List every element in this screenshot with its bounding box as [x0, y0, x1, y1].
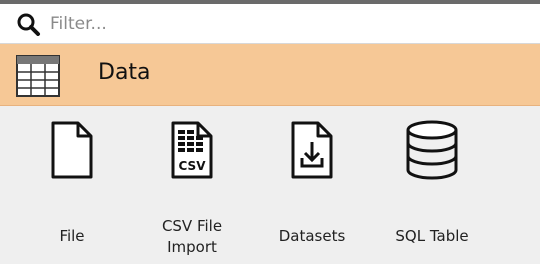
- widget-datasets[interactable]: Datasets: [252, 106, 372, 264]
- filter-bar: [0, 4, 540, 44]
- table-icon: [16, 55, 60, 97]
- svg-text:CSV: CSV: [179, 159, 207, 173]
- widget-label: SQL Table: [395, 227, 469, 245]
- widget-label: File: [59, 227, 85, 245]
- widget-csv-file-import[interactable]: CSV CSV File Import: [132, 106, 252, 264]
- widget-file[interactable]: File: [12, 106, 132, 264]
- csv-file-icon: CSV: [171, 121, 213, 179]
- category-header-data[interactable]: Data: [0, 44, 540, 106]
- widget-sql-table[interactable]: SQL Table: [372, 106, 492, 264]
- database-icon: [406, 120, 458, 180]
- category-title: Data: [98, 60, 151, 85]
- widget-panel: Data File CSV CSV Fi: [0, 0, 540, 264]
- widget-grid: File CSV CSV File Import Datasets SQL Ta…: [0, 106, 540, 264]
- widget-label: Datasets: [278, 227, 346, 245]
- download-document-icon: [291, 121, 333, 179]
- search-icon: [17, 13, 40, 36]
- file-icon: [51, 121, 93, 179]
- widget-label: CSV File Import: [161, 217, 223, 256]
- filter-input[interactable]: [50, 10, 520, 38]
